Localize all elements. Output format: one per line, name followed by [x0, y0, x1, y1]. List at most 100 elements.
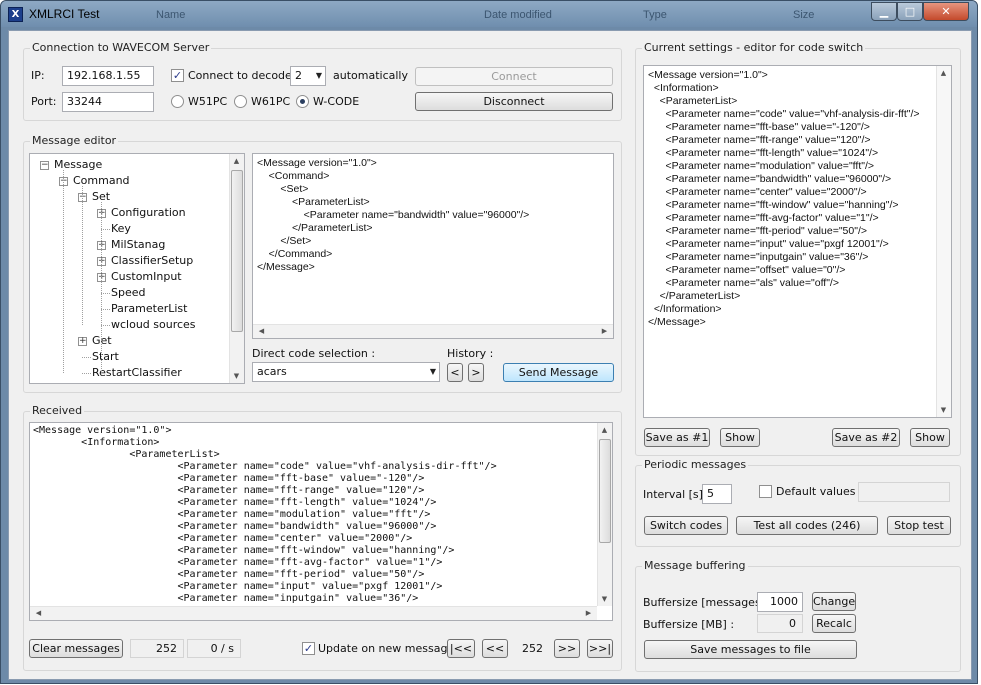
- background-column-type: Type: [643, 9, 667, 21]
- tree-connector: [82, 373, 91, 374]
- radio-w61pc[interactable]: [234, 95, 247, 108]
- periodic-messages-group: Periodic messages Interval [s] : 5 Defau…: [635, 458, 961, 547]
- direct-code-select[interactable]: acars ▼: [252, 362, 440, 382]
- client-area: Connection to WAVECOM Server IP: 192.168…: [8, 30, 972, 680]
- save-messages-to-file-button[interactable]: Save messages to file: [644, 640, 857, 659]
- nav-last-button[interactable]: >>|: [587, 639, 613, 658]
- received-xml-line: <Parameter name="inputgain" value="36"/>: [33, 593, 419, 604]
- port-input[interactable]: 33244: [62, 92, 154, 112]
- current-xml-line: <Message version="1.0">: [648, 69, 768, 81]
- scroll-down-icon[interactable]: ▼: [230, 372, 243, 380]
- connect-decoder-checkbox[interactable]: ✓: [171, 69, 184, 82]
- received-xml-line: <Parameter name="fft-base" value="-120"/…: [33, 473, 425, 484]
- radio-wcode-label: W-CODE: [313, 95, 360, 108]
- chevron-down-icon: ▼: [429, 367, 436, 376]
- tree-item[interactable]: RestartClassifier: [92, 366, 182, 380]
- nav-prev-button[interactable]: <<: [482, 639, 508, 658]
- tree-item[interactable]: ClassifierSetup: [111, 254, 193, 268]
- maximize-button[interactable]: □: [897, 2, 923, 21]
- received-xml-line: <ParameterList>: [33, 449, 220, 460]
- buffersize-messages-input[interactable]: 1000: [757, 592, 803, 612]
- stop-test-button[interactable]: Stop test: [887, 516, 951, 535]
- tree-connector: [101, 293, 110, 294]
- tree-item-label: RestartClassifier: [92, 366, 182, 379]
- scroll-up-icon[interactable]: ▲: [937, 69, 950, 77]
- history-next-button[interactable]: >: [468, 363, 484, 382]
- editor-xml-line: <Command>: [257, 170, 330, 182]
- app-icon: X: [8, 7, 23, 22]
- scroll-up-icon[interactable]: ▲: [230, 157, 243, 165]
- tree-item[interactable]: Start: [92, 350, 119, 364]
- save-as-2-button[interactable]: Save as #2: [832, 428, 900, 447]
- tree-scroll-thumb[interactable]: [231, 170, 243, 332]
- scroll-down-icon[interactable]: ▼: [598, 595, 611, 603]
- connect-button[interactable]: Connect: [415, 67, 613, 86]
- current-settings-editor[interactable]: <Message version="1.0"> <Information> <P…: [643, 65, 952, 418]
- title-bar[interactable]: X XMLRCI Test Name Date modified Type Si…: [1, 1, 977, 27]
- recalc-button[interactable]: Recalc: [812, 614, 856, 633]
- tree-item[interactable]: Configuration: [111, 206, 186, 220]
- change-button[interactable]: Change: [812, 592, 856, 611]
- tree-item[interactable]: Key: [111, 222, 131, 236]
- show-2-button[interactable]: Show: [910, 428, 950, 447]
- radio-wcode[interactable]: [296, 95, 309, 108]
- received-hscrollbar[interactable]: ◀ ▶: [30, 606, 597, 620]
- update-on-new-checkbox[interactable]: ✓: [302, 642, 315, 655]
- window-title: XMLRCI Test: [29, 7, 100, 21]
- tree-item[interactable]: ParameterList: [111, 302, 187, 316]
- nav-first-button[interactable]: |<<: [447, 639, 475, 658]
- current-xml-line: <ParameterList>: [648, 95, 738, 107]
- save-as-1-button[interactable]: Save as #1: [644, 428, 710, 447]
- received-xml-line: <Parameter name="modulation" value="fft"…: [33, 509, 431, 520]
- tree-item[interactable]: Message: [54, 158, 102, 172]
- message-tree[interactable]: Message − Command − Set − Configuration + Key Mil…: [29, 153, 245, 384]
- current-xml-line: <Parameter name="inputgain" value="36"/>: [648, 251, 869, 263]
- received-scroll-thumb[interactable]: [599, 439, 611, 543]
- received-xml-line: <Parameter name="input" value="pxgf 1200…: [33, 581, 443, 592]
- current-xml-line: <Parameter name="offset" value="0"/>: [648, 264, 846, 276]
- scroll-down-icon[interactable]: ▼: [937, 406, 950, 414]
- disconnect-button[interactable]: Disconnect: [415, 92, 613, 111]
- nav-next-button[interactable]: >>: [554, 639, 580, 658]
- received-xml-line: <Parameter name="fft-length" value="1024…: [33, 497, 437, 508]
- received-vscrollbar[interactable]: ▲ ▼: [597, 423, 612, 606]
- tree-item[interactable]: CustomInput: [111, 270, 182, 284]
- scroll-right-icon[interactable]: ▶: [598, 327, 611, 335]
- decoder-number-select[interactable]: 2 ▼: [290, 66, 326, 86]
- default-values-checkbox[interactable]: [759, 485, 772, 498]
- tree-item[interactable]: Speed: [111, 286, 145, 300]
- message-xml-editor[interactable]: <Message version="1.0"> <Command> <Set> …: [252, 153, 614, 339]
- received-messages-view[interactable]: <Message version="1.0"> <Information> <P…: [29, 422, 613, 621]
- maximize-icon: □: [904, 5, 916, 18]
- current-xml-line: <Parameter name="als" value="off"/>: [648, 277, 839, 289]
- test-all-codes-button[interactable]: Test all codes (246): [736, 516, 878, 535]
- close-button[interactable]: ✕: [923, 2, 969, 21]
- switch-codes-button[interactable]: Switch codes: [644, 516, 728, 535]
- clear-messages-button[interactable]: Clear messages: [29, 639, 123, 658]
- tree-scrollbar[interactable]: ▲ ▼: [229, 154, 244, 383]
- ip-label: IP:: [31, 69, 45, 82]
- tree-connector: [101, 229, 110, 230]
- scroll-right-icon[interactable]: ▶: [582, 609, 595, 617]
- scroll-up-icon[interactable]: ▲: [598, 426, 611, 434]
- show-1-button[interactable]: Show: [720, 428, 760, 447]
- tree-item[interactable]: wcloud sources: [111, 318, 196, 332]
- message-editor-group-label: Message editor: [30, 134, 119, 147]
- scroll-left-icon[interactable]: ◀: [255, 327, 268, 335]
- scroll-left-icon[interactable]: ◀: [32, 609, 45, 617]
- current-vscrollbar[interactable]: ▲ ▼: [936, 66, 951, 417]
- editor-hscrollbar[interactable]: ◀ ▶: [253, 324, 613, 338]
- expand-icon[interactable]: +: [78, 337, 87, 346]
- ip-input[interactable]: 192.168.1.55: [62, 66, 154, 86]
- history-prev-button[interactable]: <: [447, 363, 463, 382]
- interval-input[interactable]: 5: [702, 484, 732, 504]
- tree-item-label: MilStanag: [111, 238, 166, 251]
- tree-connector: [101, 309, 110, 310]
- collapse-icon[interactable]: −: [40, 161, 49, 170]
- tree-item[interactable]: MilStanag: [111, 238, 165, 252]
- current-xml-line: <Parameter name="modulation" value="fft"…: [648, 160, 875, 172]
- minimize-button[interactable]: ▁: [871, 2, 897, 21]
- default-values-input: [858, 482, 950, 502]
- send-message-button[interactable]: Send Message: [503, 363, 614, 382]
- radio-w51pc[interactable]: [171, 95, 184, 108]
